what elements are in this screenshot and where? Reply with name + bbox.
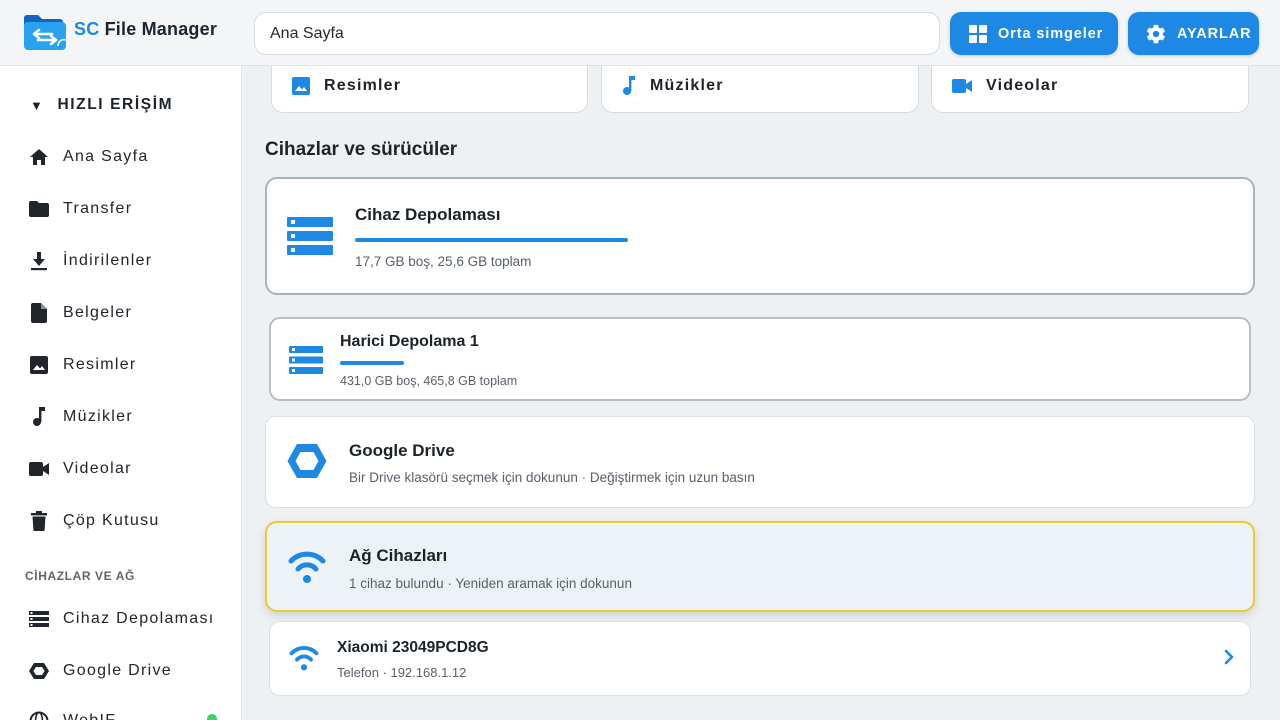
chevron-right-icon[interactable] (1224, 649, 1234, 665)
sidebar-item-google-drive[interactable]: Google Drive (28, 658, 172, 684)
external-storage-card[interactable]: Harici Depolama 1 431,0 GB boş, 465,8 GB… (269, 317, 1251, 401)
network-devices-title: Ağ Cihazları (349, 546, 448, 565)
devices-section-label: CİHAZLAR VE AĞ (25, 569, 135, 583)
storage-icon (289, 346, 323, 374)
devices-section-title: Cihazlar ve sürücüler (265, 139, 458, 160)
external-storage-usage-bar (340, 361, 1140, 365)
device-storage-subtitle: 17,7 GB boş, 25,6 GB toplam (355, 254, 532, 269)
sidebar-item-label: Resimler (63, 356, 137, 373)
settings-button[interactable]: AYARLAR (1128, 12, 1259, 55)
network-device-title: Xiaomi 23049PCD8G (337, 639, 489, 656)
status-dot (207, 714, 217, 720)
address-bar-value: Ana Sayfa (270, 25, 344, 42)
quick-card-videos[interactable]: Videolar (931, 66, 1249, 113)
device-storage-usage-fill (355, 238, 628, 242)
device-storage-title: Cihaz Depolaması (355, 205, 501, 224)
wifi-icon (289, 646, 319, 671)
drive-icon (28, 660, 50, 682)
sidebar-item-device-storage[interactable]: Cihaz Depolaması (28, 606, 215, 632)
sidebar-item-music[interactable]: Müzikler (28, 404, 133, 430)
sidebar-item-webif[interactable]: WebIF (28, 708, 116, 720)
quick-card-music[interactable]: Müzikler (601, 66, 919, 113)
sidebar-item-label: Ana Sayfa (63, 148, 149, 165)
document-icon (28, 302, 50, 324)
external-storage-usage-fill (340, 361, 404, 365)
google-drive-card[interactable]: Google Drive Bir Drive klasörü seçmek iç… (265, 416, 1255, 508)
sidebar-item-transfer[interactable]: Transfer (28, 196, 132, 222)
external-storage-subtitle: 431,0 GB boş, 465,8 GB toplam (340, 374, 518, 388)
sidebar-item-label: Çöp Kutusu (63, 512, 160, 529)
music-icon (623, 76, 635, 95)
download-icon (28, 250, 50, 272)
quick-access-header[interactable]: ▼ HIZLI ERİŞİM (30, 96, 173, 114)
quick-card-label: Videolar (986, 77, 1059, 94)
settings-label: AYARLAR (1177, 25, 1252, 42)
globe-icon (28, 710, 50, 720)
sidebar-item-label: Belgeler (63, 304, 133, 321)
sidebar-item-label: Videolar (63, 460, 132, 477)
sidebar-item-home[interactable]: Ana Sayfa (28, 144, 149, 170)
device-storage-card[interactable]: Cihaz Depolaması 17,7 GB boş, 25,6 GB to… (265, 177, 1255, 295)
google-drive-title: Google Drive (349, 441, 455, 460)
storage-icon (287, 217, 333, 255)
sidebar-item-label: Transfer (63, 200, 133, 217)
sidebar-item-videos[interactable]: Videolar (28, 456, 132, 482)
sidebar-item-label: Google Drive (63, 662, 172, 679)
google-drive-subtitle: Bir Drive klasörü seçmek için dokunun · … (349, 470, 755, 485)
device-storage-usage-bar (355, 238, 1235, 242)
view-mode-label: Orta simgeler (998, 25, 1104, 42)
quick-card-images[interactable]: Resimler (271, 66, 588, 113)
storage-icon (28, 608, 50, 630)
network-devices-subtitle: 1 cihaz bulundu · Yeniden aramak için do… (349, 576, 632, 591)
app-title: SC File Manager (74, 19, 217, 40)
drive-icon (287, 444, 327, 478)
address-bar[interactable]: Ana Sayfa (254, 12, 940, 55)
video-icon (28, 458, 50, 480)
quick-card-label: Resimler (324, 77, 402, 94)
image-icon (292, 77, 310, 95)
sidebar-item-label: WebIF (63, 712, 116, 720)
video-icon (952, 79, 972, 93)
view-mode-button[interactable]: Orta simgeler (950, 12, 1118, 55)
network-device-subtitle: Telefon · 192.168.1.12 (337, 665, 467, 680)
network-devices-card[interactable]: Ağ Cihazları 1 cihaz bulundu · Yeniden a… (265, 521, 1255, 612)
grid-icon (969, 24, 987, 43)
sidebar: ▼ HIZLI ERİŞİM Ana Sayfa Transfer İndiri… (0, 66, 242, 720)
sidebar-item-images[interactable]: Resimler (28, 352, 137, 378)
top-bar: SC File Manager Ana Sayfa Orta simgeler … (0, 0, 1280, 66)
network-device-item[interactable]: Xiaomi 23049PCD8G Telefon · 192.168.1.12 (269, 621, 1251, 696)
music-icon (28, 406, 50, 428)
app-title-rest: File Manager (99, 19, 218, 39)
app-title-prefix: SC (74, 19, 100, 39)
home-icon (28, 146, 50, 168)
quick-card-label: Müzikler (650, 77, 724, 94)
quick-access-label: HIZLI ERİŞİM (57, 96, 174, 113)
sidebar-item-label: Cihaz Depolaması (63, 610, 215, 627)
sidebar-item-trash[interactable]: Çöp Kutusu (28, 508, 160, 534)
sidebar-item-documents[interactable]: Belgeler (28, 300, 132, 326)
collapse-caret-icon: ▼ (30, 97, 45, 113)
main-content: Resimler Müzikler Videolar Cihazlar ve s… (243, 66, 1280, 720)
sidebar-item-downloads[interactable]: İndirilenler (28, 248, 152, 274)
trash-icon (28, 510, 50, 532)
external-storage-title: Harici Depolama 1 (340, 333, 479, 350)
sidebar-item-label: İndirilenler (63, 252, 153, 269)
wifi-icon (288, 551, 326, 583)
app-logo-icon (22, 12, 68, 52)
sidebar-item-label: Müzikler (63, 408, 133, 425)
gear-icon (1146, 24, 1165, 43)
folder-icon (28, 198, 50, 220)
image-icon (28, 354, 50, 376)
